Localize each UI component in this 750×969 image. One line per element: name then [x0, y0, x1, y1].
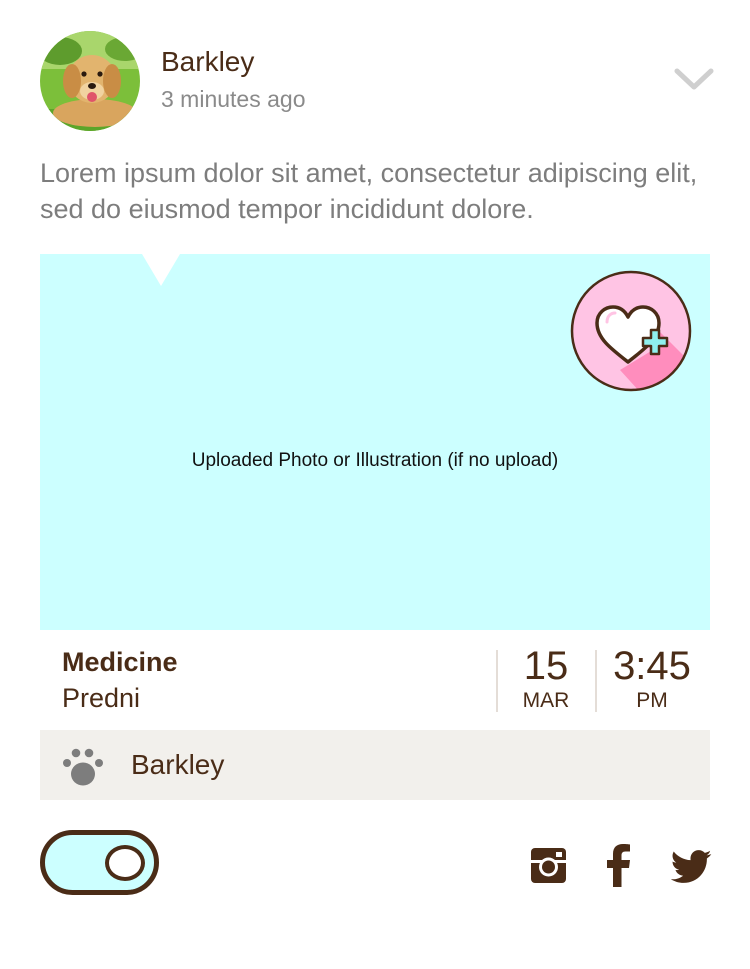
chevron-down-icon[interactable]: [674, 66, 714, 92]
pet-tag-row[interactable]: Barkley: [40, 730, 710, 800]
time-value: 3:45: [613, 644, 691, 688]
media-caption: Uploaded Photo or Illustration (if no up…: [191, 450, 559, 471]
subcategory-label: Predni: [62, 683, 141, 713]
pet-name: Barkley: [131, 749, 225, 780]
speech-notch: [142, 254, 180, 286]
favorite-button[interactable]: [570, 270, 692, 392]
date-day: 15: [523, 644, 569, 688]
facebook-icon[interactable]: [605, 844, 633, 887]
avatar[interactable]: [40, 31, 140, 131]
instagram-icon[interactable]: [530, 847, 567, 884]
toggle-switch[interactable]: [40, 830, 159, 895]
twitter-icon[interactable]: [670, 849, 712, 885]
post-body-text: Lorem ipsum dolor sit amet, consectetur …: [40, 158, 698, 224]
time-period: PM: [636, 689, 668, 712]
dog-photo: [40, 31, 140, 131]
heart-plus-icon: [570, 270, 692, 392]
post-timestamp: 3 minutes ago: [161, 86, 306, 112]
divider: [595, 650, 597, 712]
divider: [496, 650, 498, 712]
category-label: Medicine: [62, 647, 178, 677]
toggle-knob[interactable]: [105, 845, 145, 881]
date-month: MAR: [522, 689, 570, 712]
paw-icon: [62, 747, 106, 787]
author-name[interactable]: Barkley: [161, 46, 254, 78]
